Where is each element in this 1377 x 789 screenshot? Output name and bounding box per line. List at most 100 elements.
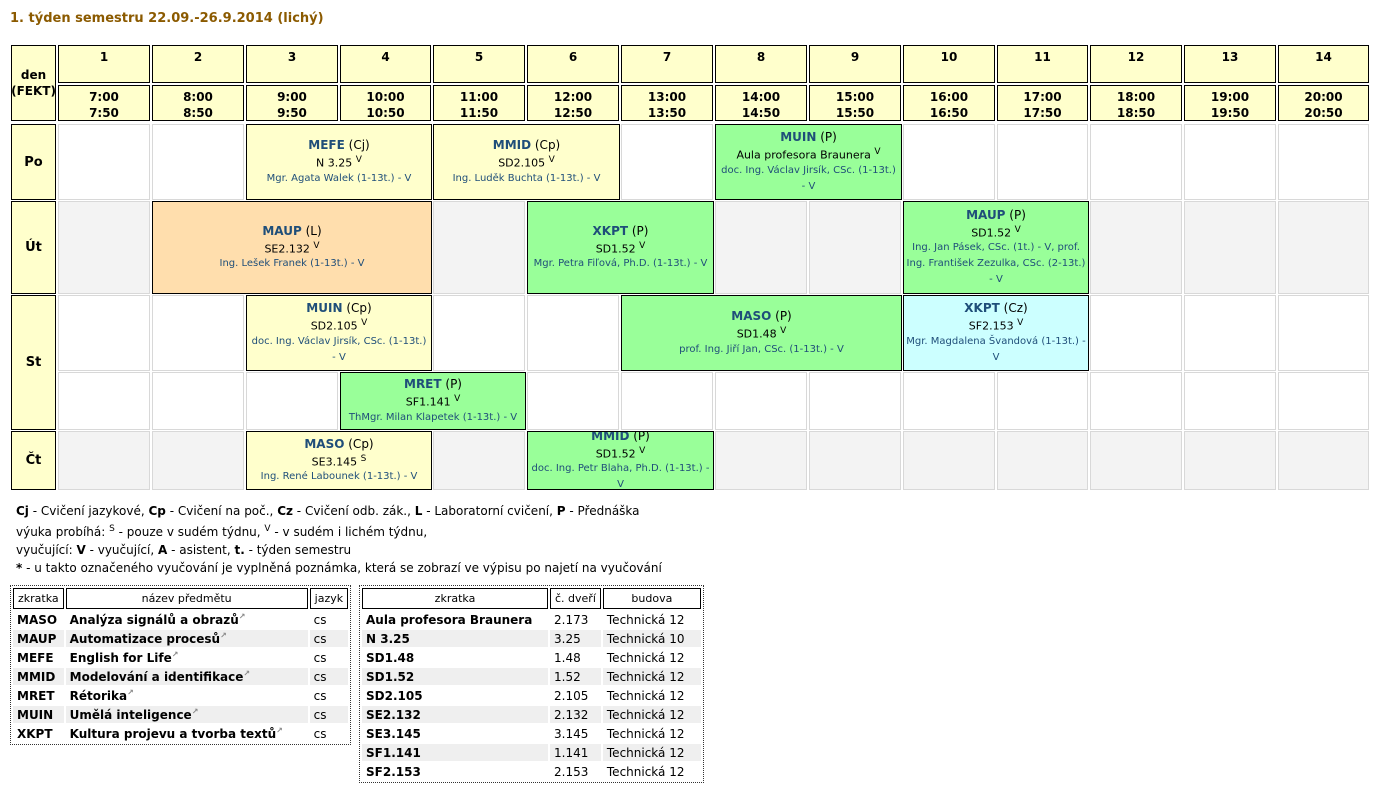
time-end: 18:50 (1116, 106, 1156, 120)
time-start: 18:00 (1116, 90, 1156, 104)
table-row: SE3.145 3.145 Technická 12 (362, 725, 701, 742)
event-room: SD2.105 V (311, 316, 368, 334)
event-code: MUIN (306, 301, 343, 316)
event-code: MMID (591, 431, 630, 443)
subject-name[interactable]: Umělá inteligence↗ (65, 706, 308, 723)
event-mmid[interactable]: MMID (P) SD1.52 Vdoc. Ing. Petr Blaha, Ph… (527, 431, 714, 490)
column-time-12: 18:00 18:50 (1090, 85, 1182, 121)
event-week-flag: V (454, 394, 461, 405)
time-start: 16:00 (929, 90, 969, 104)
subject-lang: cs (309, 630, 349, 647)
event-maso[interactable]: MASO (Cp) SE3.145 S Ing. René Labounek (1-… (246, 431, 432, 490)
event-type: (P) (629, 431, 650, 443)
event-room-name: SE2.132 (264, 242, 314, 256)
table-row: XKPT Kultura projevu a tvorba textů↗ cs (13, 725, 348, 742)
table-row: SF1.141 1.141 Technická 12 (362, 744, 701, 761)
subject-abbr: MMID (13, 668, 64, 685)
external-link-icon[interactable]: ↗ (127, 688, 134, 697)
event-room-name: SD1.48 (736, 327, 781, 341)
event-code: XKPT (964, 301, 1000, 316)
event-week-flag: V (1017, 318, 1024, 329)
grid-cell (715, 201, 807, 294)
event-teacher: Ing. Lešek Franek (1-13t.) - V (219, 258, 365, 270)
event-week-flag: V (361, 318, 368, 329)
grid-cell (809, 201, 901, 294)
event-type: (Cp) (344, 436, 374, 451)
event-code: MAUP (966, 207, 1006, 222)
subject-name[interactable]: English for Life↗ (66, 649, 308, 666)
event-type: (Cj) (344, 138, 370, 153)
event-maup[interactable]: MAUP (P) SD1.52 V Ing. Jan Pásek, CSc. (1t… (903, 201, 1089, 294)
event-mmid[interactable]: MMID (Cp) SD2.105 V Ing. Luděk Buchta (1-1… (433, 124, 620, 200)
subject-name[interactable]: Rétorika↗ (66, 687, 308, 704)
time-end: 10:50 (366, 106, 405, 120)
grid-cell (433, 431, 525, 490)
event-room: SD1.52 V (596, 444, 646, 462)
event-title: MEFE (Cj) (308, 137, 369, 153)
subject-name[interactable]: Kultura projevu a tvorba textů↗ (66, 725, 308, 742)
event-mefe[interactable]: MEFE (Cj) N 3.25 V Mgr. Agata Walek (1-13t… (246, 124, 432, 200)
room-door: 3.25 (550, 630, 601, 647)
column-time-2: 8:00 8:50 (152, 85, 244, 121)
time-end: 12:50 (553, 106, 593, 120)
external-link-icon[interactable]: ↗ (276, 726, 283, 735)
table-row: MUIN Umělá inteligence↗ cs (13, 706, 349, 723)
external-link-icon[interactable]: ↗ (172, 650, 179, 659)
column-number-2: 2 (152, 45, 244, 83)
subject-abbr: MASO (17, 612, 58, 627)
event-teacher: doc. Ing. Václav Jirsík, CSc. (1-13t.) -… (721, 164, 896, 192)
table-row: SD1.48 1.48 Technická 12 (362, 649, 701, 666)
room-door: 1.48 (554, 650, 581, 665)
time-start: 9:00 (277, 90, 307, 104)
table-row: MASO Analýza signálů a obrazů↗ cs (13, 611, 348, 628)
event-room-name: SF2.153 (968, 319, 1018, 333)
external-link-icon[interactable]: ↗ (220, 631, 227, 640)
event-maup[interactable]: MAUP (L) SE2.132 V Ing. Lešek Franek (1-13… (152, 201, 432, 294)
room-building: Technická 12 (602, 744, 701, 761)
subject-name[interactable]: Automatizace procesů↗ (65, 630, 308, 647)
external-link-icon[interactable]: ↗ (192, 707, 199, 716)
subject-name[interactable]: Modelování a identifikace↗ (65, 668, 308, 685)
event-xkpt[interactable]: XKPT (Cz) SF2.153 V Mgr. Magdalena Švandov… (903, 295, 1089, 371)
column-number-8: 8 (715, 45, 807, 83)
time-end: 11:50 (459, 106, 499, 120)
event-type: (P) (441, 377, 462, 392)
subject-lang: cs (309, 706, 349, 723)
grid-cell (809, 372, 901, 430)
subject-lang: cs (313, 612, 327, 627)
subject-lang: cs (313, 688, 327, 703)
column-number-7: 7 (621, 45, 713, 83)
event-week-flag: V (1014, 224, 1021, 235)
time-end: 8:50 (183, 106, 213, 120)
column-number-14: 14 (1278, 45, 1369, 83)
grid-cell (997, 431, 1088, 490)
subject-lang: cs (313, 726, 327, 741)
grid-cell (1090, 372, 1182, 430)
event-muin[interactable]: MUIN (Cp) SD2.105 Vdoc. Ing. Václav Jirsí… (246, 295, 432, 371)
event-week-flag: V (780, 326, 787, 337)
event-maso[interactable]: MASO (P) SD1.48 Vprof. Ing. Jiří Jan, CSc… (621, 295, 902, 371)
external-link-icon[interactable]: ↗ (239, 612, 246, 621)
table-row: SF2.153 2.153 Technická 12 (362, 763, 701, 780)
column-number-13: 13 (1184, 45, 1276, 83)
subject-name[interactable]: Analýza signálů a obrazů↗ (66, 611, 308, 628)
event-mret[interactable]: MRET (P) SF1.141 V ThMgr. Milan Klapetek (… (340, 372, 526, 430)
subjects-header-2: jazyk (309, 588, 349, 609)
legend-week: výuka probíhá: S - pouze v sudém týdnu, … (16, 524, 428, 539)
event-xkpt[interactable]: XKPT (P) SD1.52 V Mgr. Petra Fiľová, Ph.D.… (527, 201, 714, 294)
table-row: SD1.52 1.52 Technická 12 (362, 668, 701, 685)
table-row: Aula profesora Braunera 2.173 Technická 12 (362, 611, 701, 628)
grid-cell (1090, 201, 1182, 294)
grid-cell (1278, 124, 1369, 200)
external-link-icon[interactable]: ↗ (243, 669, 250, 678)
column-time-7: 13:00 13:50 (621, 85, 713, 121)
grid-cell (1184, 431, 1276, 490)
column-number-3: 3 (246, 45, 338, 83)
event-code: MAUP (262, 223, 302, 238)
grid-cell (152, 372, 244, 430)
event-room: SD1.48 V (737, 324, 787, 342)
table-row: SD2.105 2.105 Technická 12 (362, 687, 701, 704)
grid-cell (997, 372, 1088, 430)
event-muin[interactable]: MUIN (P) Aula profesora Braunera Vdoc. In… (715, 124, 902, 200)
grid-cell (809, 431, 901, 490)
